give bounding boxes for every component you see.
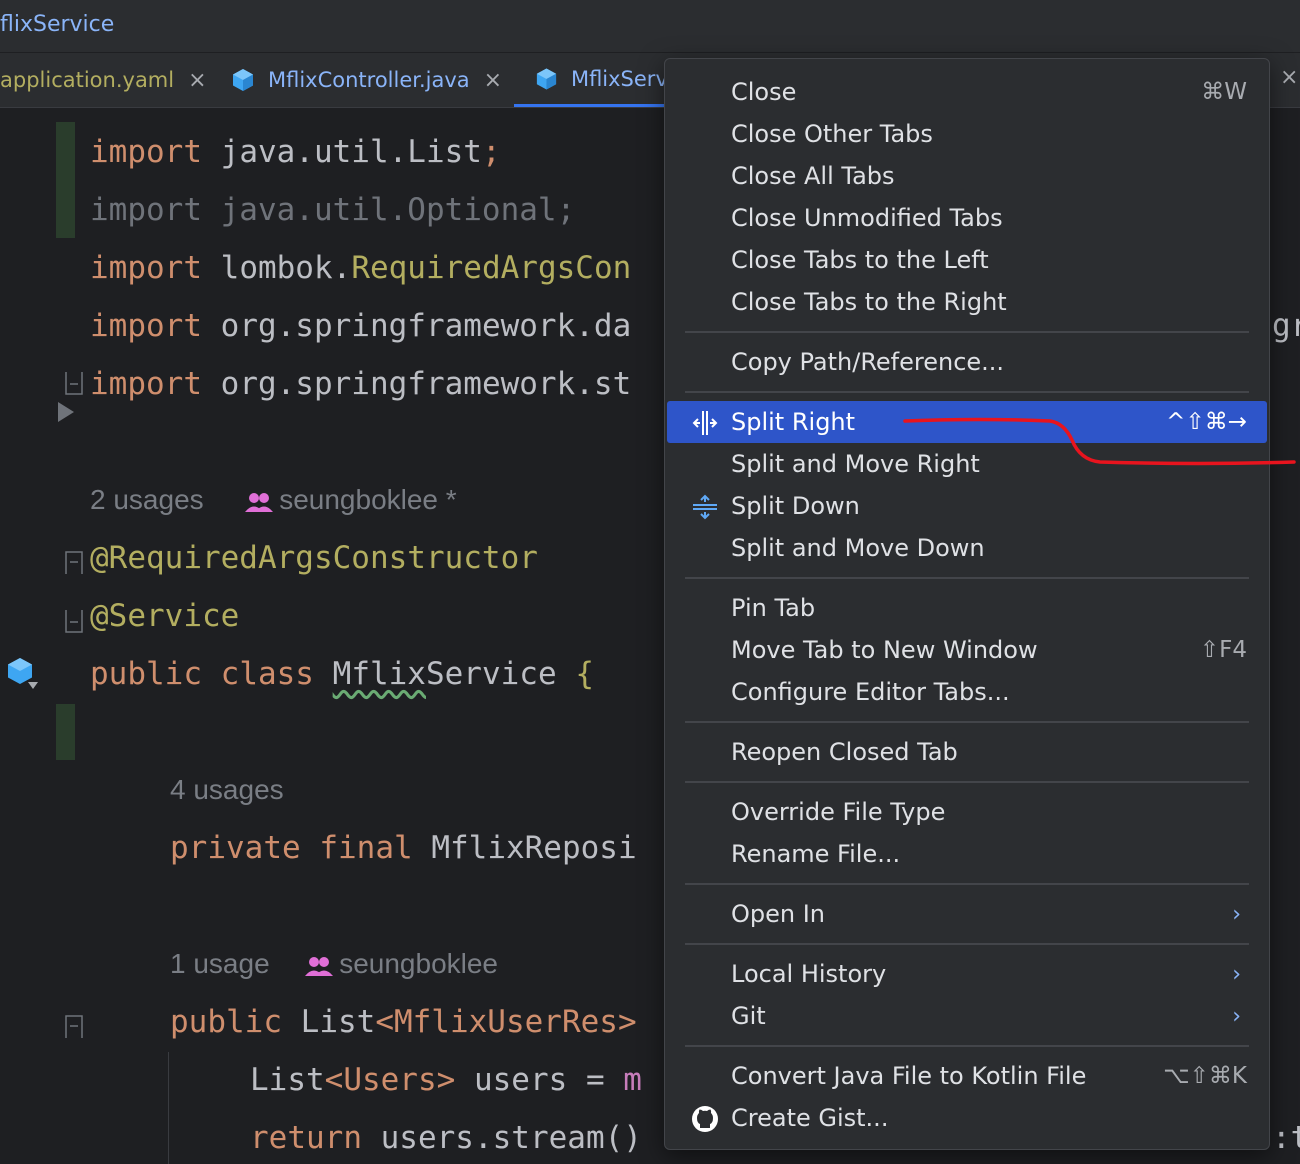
menu-item-create-gist[interactable]: Create Gist... <box>667 1097 1267 1139</box>
menu-item-close-unmodified-tabs[interactable]: Close Unmodified Tabs <box>667 197 1267 239</box>
menu-item-close-tabs-right[interactable]: Close Tabs to the Right <box>667 281 1267 323</box>
close-icon[interactable]: × <box>1280 65 1298 90</box>
close-icon[interactable]: × <box>188 68 206 93</box>
java-class-icon <box>233 69 253 91</box>
menu-separator <box>685 721 1249 723</box>
menu-separator <box>685 331 1249 333</box>
fold-end-icon[interactable] <box>64 370 84 396</box>
menu-item-move-to-new-window[interactable]: Move Tab to New Window ⇧F4 <box>667 629 1267 671</box>
fold-start-icon[interactable] <box>64 1014 84 1040</box>
menu-item-split-move-right[interactable]: Split and Move Right <box>667 443 1267 485</box>
collapsed-fold-icon[interactable] <box>56 400 76 424</box>
code-overflow-text: :t <box>1272 1120 1300 1156</box>
code-line: @RequiredArgsConstructor <box>90 540 538 576</box>
title-bar: flixService <box>0 0 1300 53</box>
vcs-change-marker <box>56 704 75 760</box>
menu-item-rename-file[interactable]: Rename File... <box>667 833 1267 875</box>
code-line: public class MflixService { <box>90 656 594 692</box>
chevron-right-icon: › <box>1232 961 1241 987</box>
menu-item-close-tabs-left[interactable]: Close Tabs to the Left <box>667 239 1267 281</box>
chevron-right-icon: › <box>1232 1003 1241 1029</box>
fold-start-icon[interactable] <box>64 550 84 576</box>
menu-item-close-all-tabs[interactable]: Close All Tabs <box>667 155 1267 197</box>
code-line: public List<MflixUserRes> <box>170 1004 637 1040</box>
menu-separator <box>685 577 1249 579</box>
menu-item-convert-to-kotlin[interactable]: Convert Java File to Kotlin File ⌥⇧⌘K <box>667 1055 1267 1097</box>
code-line: import lombok.RequiredArgsCon <box>90 250 632 286</box>
code-line: private final MflixReposi <box>170 830 637 866</box>
java-class-icon <box>536 67 557 90</box>
menu-item-close[interactable]: Close ⌘W <box>667 71 1267 113</box>
menu-item-split-move-down[interactable]: Split and Move Down <box>667 527 1267 569</box>
code-line: List<Users> users = m <box>250 1062 642 1098</box>
split-horizontal-icon <box>693 494 717 520</box>
window-title: flixService <box>0 12 115 37</box>
code-line: import java.util.Optional; <box>90 192 576 228</box>
menu-item-split-down[interactable]: Split Down <box>667 485 1267 527</box>
code-line: import org.springframework.da <box>90 308 632 344</box>
menu-item-git[interactable]: Git › <box>667 995 1267 1037</box>
author-icon <box>245 492 274 512</box>
menu-item-local-history[interactable]: Local History › <box>667 953 1267 995</box>
menu-separator <box>685 1045 1249 1047</box>
menu-separator <box>685 943 1249 945</box>
menu-item-override-file-type[interactable]: Override File Type <box>667 791 1267 833</box>
vcs-change-marker <box>56 122 75 238</box>
code-line: @Service <box>90 598 240 634</box>
code-line: import org.springframework.st <box>90 366 632 402</box>
tab-label: application.yaml <box>0 68 175 92</box>
tab-application-yaml[interactable]: application.yaml × <box>0 53 207 107</box>
usages-hint[interactable]: 4 usages <box>170 774 284 806</box>
split-vertical-icon <box>692 411 718 435</box>
menu-separator <box>685 883 1249 885</box>
menu-item-pin-tab[interactable]: Pin Tab <box>667 587 1267 629</box>
usages-hint[interactable]: 2 usages seungboklee * <box>90 484 457 516</box>
usages-hint[interactable]: 1 usage seungboklee <box>170 948 498 980</box>
menu-separator <box>685 391 1249 393</box>
author-icon <box>305 956 334 976</box>
code-overflow-text: gr <box>1272 308 1300 344</box>
code-line: return users.stream() <box>250 1120 642 1156</box>
implemented-class-icon[interactable] <box>6 656 40 692</box>
fold-end-icon[interactable] <box>64 608 84 634</box>
code-line: import java.util.List; <box>90 134 501 170</box>
tab-mflix-controller[interactable]: MflixController.java × <box>230 53 502 107</box>
chevron-right-icon: › <box>1232 901 1241 927</box>
menu-item-open-in[interactable]: Open In › <box>667 893 1267 935</box>
tab-context-menu: Close ⌘W Close Other Tabs Close All Tabs… <box>664 58 1270 1150</box>
tab-label: MflixController.java <box>268 68 470 92</box>
menu-item-copy-path[interactable]: Copy Path/Reference... <box>667 341 1267 383</box>
menu-item-configure-editor-tabs[interactable]: Configure Editor Tabs... <box>667 671 1267 713</box>
tab-mflix-service[interactable]: MflixServ <box>514 53 664 107</box>
menu-item-reopen-closed-tab[interactable]: Reopen Closed Tab <box>667 731 1267 773</box>
github-icon <box>692 1106 718 1132</box>
menu-separator <box>685 781 1249 783</box>
close-icon[interactable]: × <box>484 68 502 93</box>
menu-item-split-right[interactable]: Split Right ^⇧⌘→ <box>667 401 1267 443</box>
indent-guide <box>168 1052 169 1164</box>
tab-label: MflixServ <box>570 66 664 91</box>
menu-item-close-other-tabs[interactable]: Close Other Tabs <box>667 113 1267 155</box>
